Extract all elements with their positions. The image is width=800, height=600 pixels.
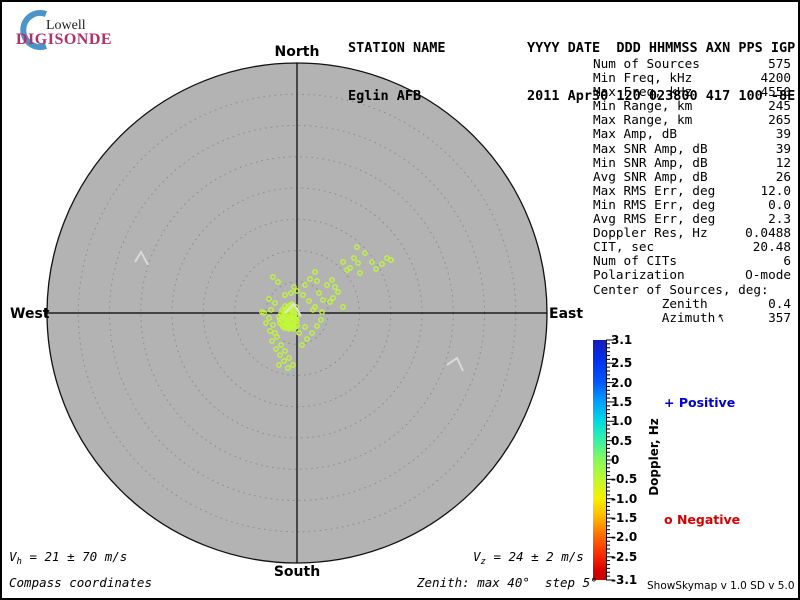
logo-digisonde-text: DIGISONDE [16, 31, 112, 49]
stat-row: Max SNR Amp, dB 39 [593, 142, 791, 156]
azimuth-direction-icon: ↑ [715, 311, 728, 325]
stat-row: Min Range, km 245 [593, 99, 791, 113]
station-name-value: Eglin AFB [348, 88, 446, 104]
stat-row: Max Amp, dB 39 [593, 127, 791, 141]
compass-label-north: North [247, 44, 347, 60]
compass-label-east: East [549, 306, 589, 322]
stat-value: 575 [768, 57, 791, 71]
stat-row: Avg SNR Amp, dB 26 [593, 170, 791, 184]
stat-label: Polarization [593, 268, 685, 282]
stat-row: Doppler Res, Hz 0.0488 [593, 226, 791, 240]
positive-doppler-legend: + Positive [664, 395, 735, 410]
stat-label: Min RMS Err, deg [593, 198, 715, 212]
stat-value: 4550 [760, 85, 791, 99]
stat-label: Num of Sources [593, 57, 700, 71]
stat-value: 12.0 [760, 184, 791, 198]
stat-row: Zenith 0.4 [593, 297, 791, 311]
colorbar-tick-label: 3.1 [611, 334, 655, 346]
stat-value: 265 [768, 113, 791, 127]
doppler-axis-label: Doppler, Hz [647, 397, 661, 517]
stat-value: 0.0488 [745, 226, 791, 240]
stat-label: Min Range, km [593, 99, 692, 113]
vertical-velocity-readout: Vz = 24 ± 2 m/s [473, 549, 584, 567]
software-version: ShowSkymap v 1.0 SD v 5.0 [647, 580, 795, 592]
vz-value: = 24 ± 2 m/s [486, 549, 584, 564]
statistics-panel: Num of Sources575Min Freq, kHz4200Max Fr… [593, 57, 791, 325]
colorbar-tick-label: -2.5 [611, 551, 655, 563]
stat-value: 39 [776, 142, 791, 156]
compass-label-west: West [10, 306, 50, 322]
vh-value: = 21 ± 70 m/s [22, 549, 127, 564]
stat-value: 2.3 [768, 212, 791, 226]
stat-value: O-mode [745, 268, 791, 282]
stat-value: 0.4 [768, 297, 791, 311]
vz-symbol: V [473, 549, 481, 564]
colorbar-tick-label: 2.5 [611, 357, 655, 369]
stat-label: Min SNR Amp, dB [593, 156, 708, 170]
doppler-colorbar [593, 340, 606, 580]
vh-symbol: V [9, 549, 17, 564]
stat-value: 4200 [760, 71, 791, 85]
stat-row: Max Range, km 265 [593, 113, 791, 127]
stat-value: 6 [783, 254, 791, 268]
stat-label: Max Range, km [593, 113, 692, 127]
stat-label: Num of CITs [593, 254, 677, 268]
horizontal-velocity-readout: Vh = 21 ± 70 m/s [9, 549, 127, 567]
stat-label: Max Freq, kHz [593, 85, 692, 99]
stat-row: Max Freq, kHz 4550 [593, 85, 791, 99]
stat-label: Max SNR Amp, dB [593, 142, 708, 156]
colorbar-tick-label: 2.0 [611, 377, 655, 389]
stat-value: 245 [768, 99, 791, 113]
negative-doppler-legend: o Negative [664, 512, 740, 527]
stat-row: Min SNR Amp, dB 12 [593, 156, 791, 170]
stat-label: Avg RMS Err, deg [593, 212, 715, 226]
stat-value: 20.48 [753, 240, 791, 254]
stat-label: Max Amp, dB [593, 127, 677, 141]
zenith-range-note: Zenith: max 40° step 5° [417, 575, 598, 590]
station-name-header: STATION NAME [348, 40, 446, 56]
stat-row: Polarization O-mode [593, 268, 791, 282]
stat-row: Min RMS Err, deg 0.0 [593, 198, 791, 212]
stat-row: Num of Sources 575 [593, 57, 791, 71]
coordinate-system-note: Compass coordinates [9, 575, 152, 590]
stat-row: Min Freq, kHz 4200 [593, 71, 791, 85]
stat-label: Avg SNR Amp, dB [593, 170, 708, 184]
stat-label: Center of Sources, deg: [593, 283, 769, 297]
station-name-block: STATION NAME Eglin AFB [348, 8, 446, 136]
datetime-header: YYYY DATE DDD HHMMSS AXN PPS IGP [527, 40, 795, 56]
stat-label: Max RMS Err, deg [593, 184, 715, 198]
stat-row: Avg RMS Err, deg 2.3 [593, 212, 791, 226]
stat-row: Azimuth↑ 357 [593, 311, 791, 325]
stat-label: CIT, sec [593, 240, 654, 254]
stat-value: 39 [776, 127, 791, 141]
stat-row: Center of Sources, deg: [593, 283, 791, 297]
colorbar-tick-label: -2.0 [611, 531, 655, 543]
stat-label: Doppler Res, Hz [593, 226, 708, 240]
stat-row: Max RMS Err, deg 12.0 [593, 184, 791, 198]
stat-value: 357 [768, 311, 791, 325]
compass-label-south: South [247, 564, 347, 580]
showskymap-window: Lowell DIGISONDE STATION NAME Eglin AFB … [0, 0, 800, 600]
stat-label: Azimuth↑ [593, 311, 726, 325]
stat-label: Min Freq, kHz [593, 71, 692, 85]
stat-label: Zenith [593, 297, 708, 311]
stat-value: 26 [776, 170, 791, 184]
stat-value: 12 [776, 156, 791, 170]
stat-row: Num of CITs 6 [593, 254, 791, 268]
stat-row: CIT, sec 20.48 [593, 240, 791, 254]
stat-value: 0.0 [768, 198, 791, 212]
